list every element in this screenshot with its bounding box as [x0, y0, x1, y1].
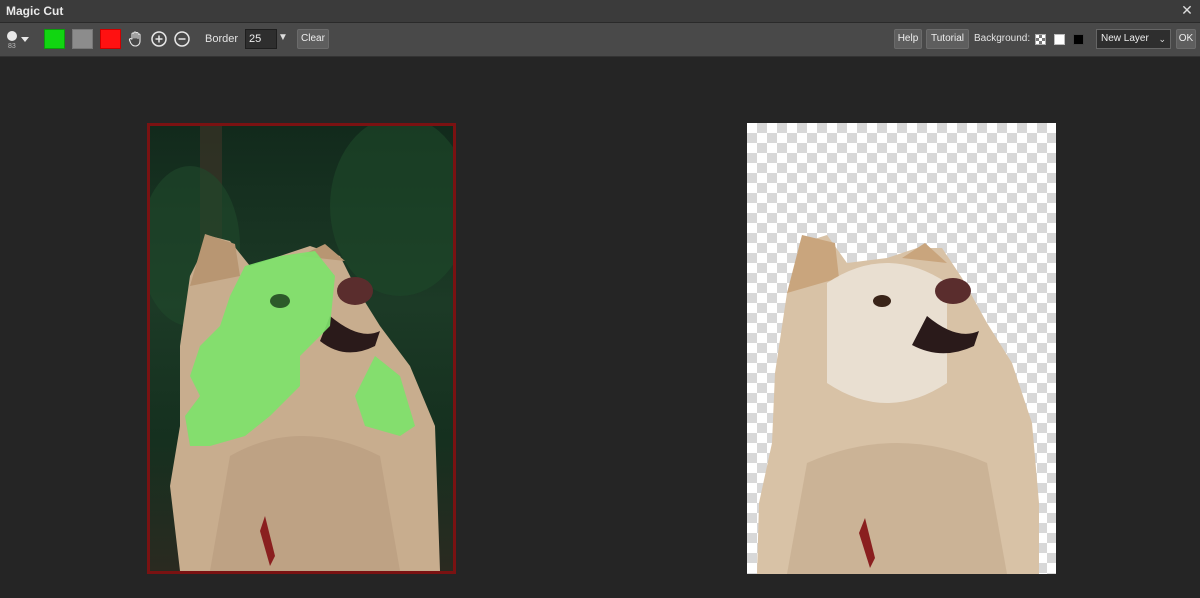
toolbar: 83 Border ▼ Clear Help Tutorial Backgrou…	[0, 23, 1200, 57]
cutout-dog-image	[757, 235, 1039, 574]
remove-color-swatch[interactable]	[100, 29, 121, 49]
layer-select[interactable]: New Layer ⌄	[1096, 29, 1171, 49]
keep-color-swatch[interactable]	[44, 29, 65, 49]
tutorial-button[interactable]: Tutorial	[926, 29, 969, 49]
source-dog-image	[150, 126, 453, 571]
border-dropdown-icon[interactable]: ▼	[278, 31, 288, 45]
help-button[interactable]: Help	[894, 29, 922, 49]
border-input[interactable]	[245, 29, 277, 49]
background-black-option[interactable]	[1073, 34, 1084, 45]
brush-size-picker[interactable]: 83	[5, 29, 31, 51]
zoom-in-icon	[151, 31, 167, 47]
border-label: Border	[205, 33, 239, 45]
layer-select-value: New Layer	[1101, 33, 1149, 44]
title-bar: Magic Cut ✕	[0, 0, 1200, 23]
preview-canvas[interactable]	[747, 123, 1056, 574]
zoom-out-button[interactable]	[173, 30, 191, 48]
close-icon[interactable]: ✕	[1180, 2, 1194, 18]
background-label: Background:	[974, 33, 1031, 44]
hand-tool-button[interactable]	[127, 30, 145, 48]
background-white-option[interactable]	[1054, 34, 1065, 45]
window-title: Magic Cut	[6, 4, 64, 18]
source-image-canvas[interactable]	[147, 123, 456, 574]
hand-icon	[128, 31, 141, 47]
chevron-down-icon: ⌄	[1158, 34, 1166, 44]
background-transparent-option[interactable]	[1035, 34, 1046, 45]
unknown-color-swatch[interactable]	[72, 29, 93, 49]
zoom-out-icon	[174, 31, 190, 47]
brush-size-value: 83	[8, 43, 16, 50]
clear-button[interactable]: Clear	[297, 29, 329, 49]
zoom-in-button[interactable]	[150, 30, 168, 48]
ok-button[interactable]: OK	[1176, 29, 1196, 49]
